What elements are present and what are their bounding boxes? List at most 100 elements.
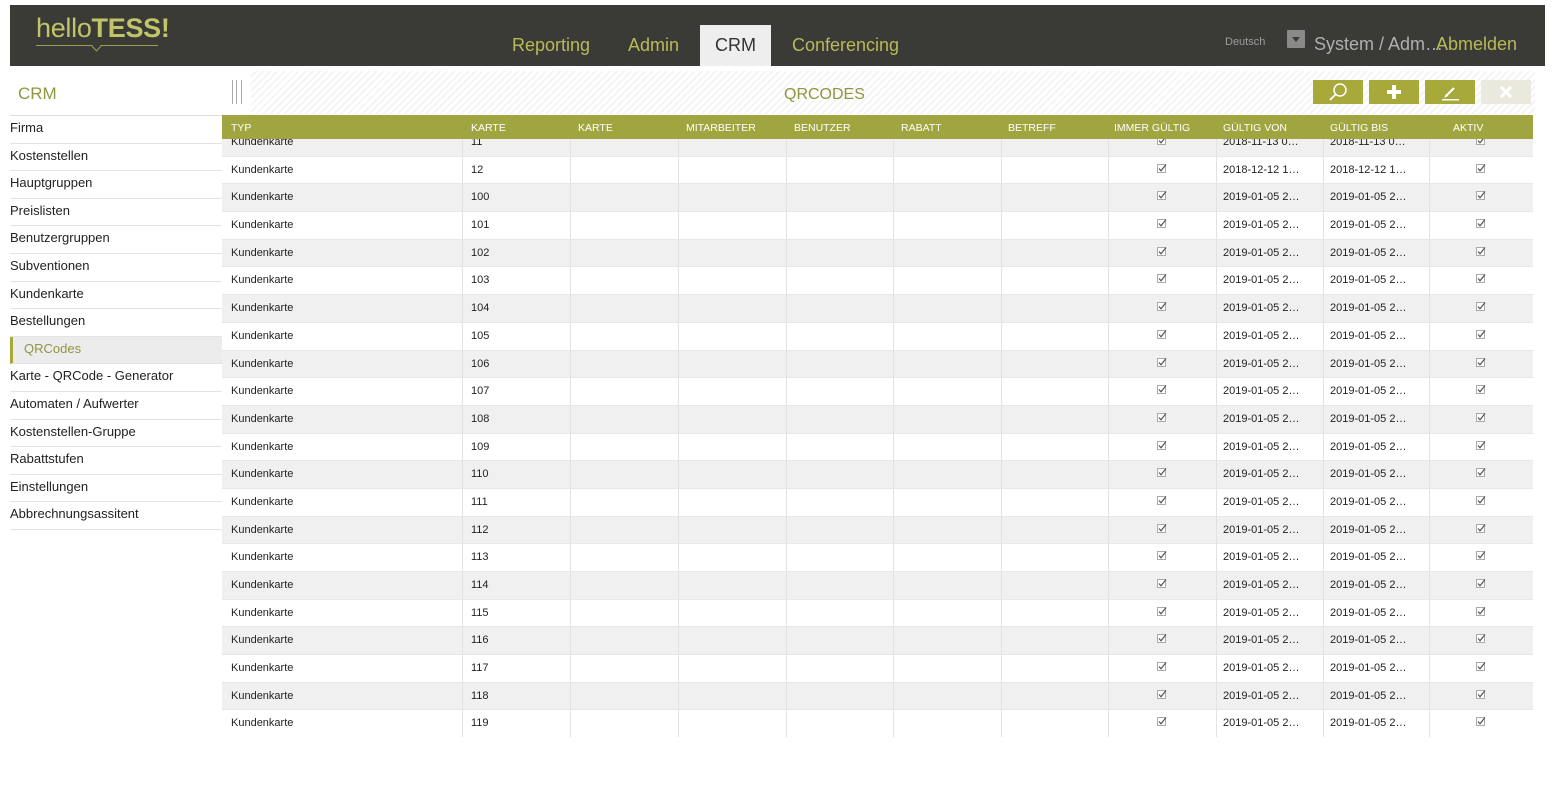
aktiv-checkbox[interactable]	[1476, 274, 1486, 284]
column-header-immer-g-ltig[interactable]: IMMER GÜLTIG	[1114, 122, 1190, 134]
immer-gueltig-checkbox[interactable]	[1157, 579, 1167, 588]
immer-gueltig-checkbox[interactable]	[1157, 191, 1167, 201]
immer-gueltig-checkbox[interactable]	[1157, 551, 1167, 561]
nav-item-conferencing[interactable]: Conferencing	[792, 35, 899, 56]
table-row[interactable]: Kundenkarte 115 2019-01-05 2… 2019-01-05 2…	[222, 599, 1533, 628]
sidebar-item-rabattstufen[interactable]: Rabattstufen	[10, 447, 222, 475]
aktiv-checkbox[interactable]	[1476, 689, 1486, 699]
aktiv-checkbox[interactable]	[1476, 551, 1486, 561]
table-row[interactable]: Kundenkarte 117 2019-01-05 2… 2019-01-05 2…	[222, 655, 1533, 683]
aktiv-checkbox[interactable]	[1476, 634, 1486, 644]
logout-link[interactable]: Abmelden	[1436, 34, 1517, 55]
immer-gueltig-checkbox[interactable]	[1157, 274, 1167, 284]
aktiv-checkbox[interactable]	[1476, 385, 1486, 395]
table-row[interactable]: Kundenkarte 103 2019-01-05 2… 2019-01-05 2…	[222, 267, 1533, 296]
sidebar-item-kostenstellen[interactable]: Kostenstellen	[10, 144, 222, 172]
immer-gueltig-checkbox[interactable]	[1157, 329, 1167, 339]
immer-gueltig-checkbox[interactable]	[1157, 440, 1167, 450]
splitter-grip-icon[interactable]	[232, 80, 242, 104]
aktiv-checkbox[interactable]	[1476, 662, 1486, 672]
table-row[interactable]: Kundenkarte 113 2019-01-05 2… 2019-01-05 2…	[222, 544, 1533, 572]
column-header-mitarbeiter[interactable]: MITARBEITER	[686, 122, 756, 134]
immer-gueltig-checkbox[interactable]	[1157, 246, 1167, 256]
column-header-g-ltig-bis[interactable]: GÜLTIG BIS	[1330, 122, 1388, 134]
aktiv-checkbox[interactable]	[1476, 717, 1486, 727]
table-row[interactable]: Kundenkarte 108 2019-01-05 2… 2019-01-05 2…	[222, 405, 1533, 434]
table-body[interactable]: Kundenkarte 11 2018-11-13 0… 2018-11-13 0… K…	[222, 139, 1533, 737]
sidebar-item-karte-qrcode-generator[interactable]: Karte - QRCode - Generator	[10, 364, 222, 392]
immer-gueltig-checkbox[interactable]	[1157, 302, 1167, 312]
sidebar-item-einstellungen[interactable]: Einstellungen	[10, 475, 222, 503]
immer-gueltig-checkbox[interactable]	[1157, 385, 1167, 395]
table-row[interactable]: Kundenkarte 12 2018-12-12 1… 2018-12-12 1…	[222, 156, 1533, 185]
table-row[interactable]: Kundenkarte 114 2019-01-05 2… 2019-01-05 2…	[222, 572, 1533, 600]
immer-gueltig-checkbox[interactable]	[1157, 219, 1167, 229]
column-header-aktiv[interactable]: AKTIV	[1453, 122, 1483, 134]
table-row[interactable]: Kundenkarte 101 2019-01-05 2… 2019-01-05 2…	[222, 212, 1533, 240]
aktiv-checkbox[interactable]	[1476, 246, 1486, 256]
system-user[interactable]: System / Adm…	[1314, 34, 1443, 55]
immer-gueltig-checkbox[interactable]	[1157, 634, 1167, 644]
immer-gueltig-checkbox[interactable]	[1157, 523, 1167, 533]
sidebar-item-automaten-aufwerter[interactable]: Automaten / Aufwerter	[10, 392, 222, 420]
sidebar-item-preislisten[interactable]: Preislisten	[10, 199, 222, 227]
add-button[interactable]	[1369, 80, 1419, 104]
column-header-typ[interactable]: TYP	[231, 122, 251, 134]
table-row[interactable]: Kundenkarte 118 2019-01-05 2… 2019-01-05 2…	[222, 682, 1533, 711]
sidebar-item-kostenstellen-gruppe[interactable]: Kostenstellen-Gruppe	[10, 420, 222, 448]
immer-gueltig-checkbox[interactable]	[1157, 163, 1167, 173]
immer-gueltig-checkbox[interactable]	[1157, 606, 1167, 616]
immer-gueltig-checkbox[interactable]	[1157, 468, 1167, 478]
table-row[interactable]: Kundenkarte 105 2019-01-05 2… 2019-01-05 2…	[222, 322, 1533, 351]
aktiv-checkbox[interactable]	[1476, 139, 1486, 145]
table-row[interactable]: Kundenkarte 107 2019-01-05 2… 2019-01-05 2…	[222, 378, 1533, 406]
aktiv-checkbox[interactable]	[1476, 440, 1486, 450]
aktiv-checkbox[interactable]	[1476, 606, 1486, 616]
sidebar-item-subventionen[interactable]: Subventionen	[10, 254, 222, 282]
immer-gueltig-checkbox[interactable]	[1157, 412, 1167, 422]
language-dropdown-button[interactable]	[1287, 30, 1305, 48]
table-row[interactable]: Kundenkarte 11 2018-11-13 0… 2018-11-13 0…	[222, 139, 1533, 157]
aktiv-checkbox[interactable]	[1476, 468, 1486, 478]
nav-item-admin[interactable]: Admin	[628, 35, 679, 56]
aktiv-checkbox[interactable]	[1476, 302, 1486, 312]
table-row[interactable]: Kundenkarte 109 2019-01-05 2… 2019-01-05 2…	[222, 433, 1533, 462]
nav-item-reporting[interactable]: Reporting	[512, 35, 590, 56]
table-row[interactable]: Kundenkarte 119 2019-01-05 2… 2019-01-05 2…	[222, 710, 1533, 737]
sidebar-item-benutzergruppen[interactable]: Benutzergruppen	[10, 226, 222, 254]
table-row[interactable]: Kundenkarte 112 2019-01-05 2… 2019-01-05 2…	[222, 516, 1533, 545]
sidebar-item-hauptgruppen[interactable]: Hauptgruppen	[10, 171, 222, 199]
table-row[interactable]: Kundenkarte 104 2019-01-05 2… 2019-01-05 2…	[222, 295, 1533, 323]
edit-button[interactable]	[1425, 80, 1475, 104]
sidebar-item-firma[interactable]: Firma	[10, 116, 222, 144]
immer-gueltig-checkbox[interactable]	[1157, 495, 1167, 505]
nav-item-crm[interactable]: CRM	[700, 25, 771, 66]
table-row[interactable]: Kundenkarte 100 2019-01-05 2… 2019-01-05 2…	[222, 184, 1533, 213]
aktiv-checkbox[interactable]	[1476, 579, 1486, 588]
column-header-betreff[interactable]: BETREFF	[1008, 122, 1056, 134]
aktiv-checkbox[interactable]	[1476, 191, 1486, 201]
table-row[interactable]: Kundenkarte 106 2019-01-05 2… 2019-01-05 2…	[222, 350, 1533, 379]
sidebar-item-qrcodes[interactable]: QRCodes	[10, 336, 222, 365]
immer-gueltig-checkbox[interactable]	[1157, 662, 1167, 672]
search-button[interactable]	[1313, 80, 1363, 104]
aktiv-checkbox[interactable]	[1476, 523, 1486, 533]
table-row[interactable]: Kundenkarte 116 2019-01-05 2… 2019-01-05 2…	[222, 627, 1533, 656]
column-header-karte-2[interactable]: KARTE	[578, 122, 613, 134]
sidebar-item-bestellungen[interactable]: Bestellungen	[10, 309, 222, 337]
immer-gueltig-checkbox[interactable]	[1157, 139, 1167, 145]
column-header-karte[interactable]: KARTE	[471, 122, 506, 134]
app-logo[interactable]: helloTESS!	[36, 13, 170, 44]
immer-gueltig-checkbox[interactable]	[1157, 357, 1167, 367]
table-row[interactable]: Kundenkarte 111 2019-01-05 2… 2019-01-05 2…	[222, 488, 1533, 517]
table-row[interactable]: Kundenkarte 102 2019-01-05 2… 2019-01-05 2…	[222, 239, 1533, 268]
sidebar-item-abbrechnungsassitent[interactable]: Abbrechnungsassitent	[10, 502, 222, 530]
table-row[interactable]: Kundenkarte 110 2019-01-05 2… 2019-01-05 2…	[222, 461, 1533, 489]
aktiv-checkbox[interactable]	[1476, 163, 1486, 173]
aktiv-checkbox[interactable]	[1476, 329, 1486, 339]
aktiv-checkbox[interactable]	[1476, 357, 1486, 367]
sidebar-item-kundenkarte[interactable]: Kundenkarte	[10, 282, 222, 310]
column-header-benutzer[interactable]: BENUTZER	[794, 122, 851, 134]
aktiv-checkbox[interactable]	[1476, 412, 1486, 422]
column-header-g-ltig-von[interactable]: GÜLTIG VON	[1223, 122, 1287, 134]
